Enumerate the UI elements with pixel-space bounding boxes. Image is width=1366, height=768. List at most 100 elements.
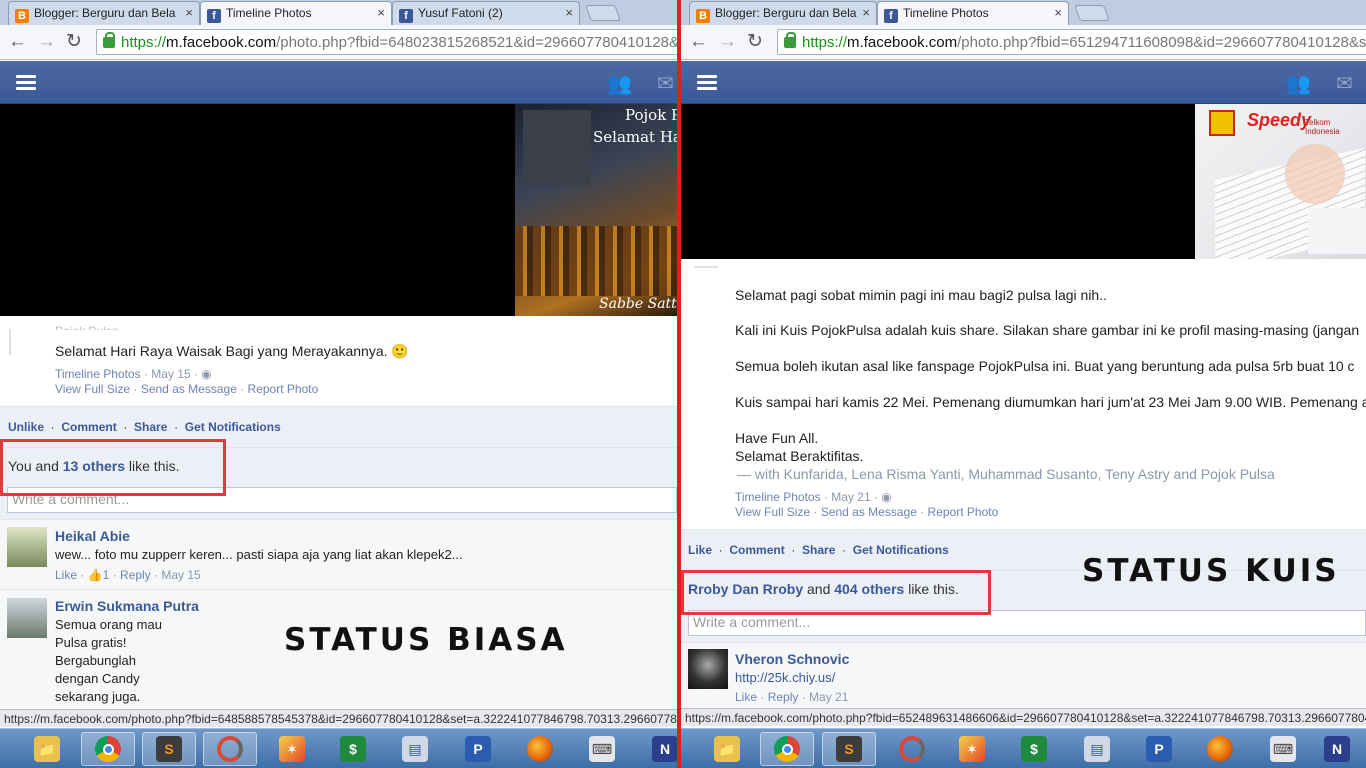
device-manager-icon[interactable]: ⌨ bbox=[1256, 732, 1310, 766]
comment-button[interactable]: Comment bbox=[729, 543, 784, 557]
send-as-message-link[interactable]: Send as Message bbox=[821, 505, 917, 519]
url-path: /photo.php?fbid=651294711608098&id=29660… bbox=[957, 34, 1366, 51]
send-as-message-link[interactable]: Send as Message bbox=[141, 382, 237, 396]
post-paragraph: Selamat pagi sobat mimin pagi ini mau ba… bbox=[735, 287, 1107, 303]
network-monitor-icon[interactable]: ▤ bbox=[388, 732, 442, 766]
forward-arrow-icon[interactable]: → bbox=[718, 31, 737, 53]
close-icon[interactable]: × bbox=[862, 5, 870, 20]
waisak-photo[interactable]: Pojok P Selamat Ha Sabbe Satt bbox=[515, 104, 677, 316]
network-monitor-icon[interactable]: ▤ bbox=[1070, 732, 1124, 766]
post-author[interactable]: Pojok Pulsa bbox=[55, 324, 118, 330]
commenter-name[interactable]: Vheron Schnovic bbox=[735, 651, 849, 667]
close-icon[interactable]: × bbox=[377, 5, 385, 20]
avatar[interactable] bbox=[7, 527, 47, 567]
red-divider-line bbox=[677, 0, 681, 768]
commenter-name[interactable]: Erwin Sukmana Putra bbox=[55, 598, 199, 614]
get-notifications-button[interactable]: Get Notifications bbox=[853, 543, 949, 557]
close-icon[interactable]: × bbox=[185, 5, 193, 20]
comment-link[interactable]: http://25k.chiy.us/ bbox=[735, 670, 835, 685]
forward-arrow-icon[interactable]: → bbox=[37, 31, 56, 53]
publisher-app-icon[interactable]: P bbox=[451, 732, 505, 766]
windows-taskbar: 📁 S ✶ $ ▤ P ⌨ N 📁 S ✶ $ ▤ P ⌨ N bbox=[0, 728, 1366, 768]
avatar[interactable] bbox=[7, 598, 47, 638]
address-bar[interactable]: https://m.facebook.com/photo.php?fbid=65… bbox=[777, 29, 1366, 55]
comment-reply-link[interactable]: Reply bbox=[768, 690, 799, 704]
tagged-people[interactable]: — with Kunfarida, Lena Risma Yanti, Muha… bbox=[737, 466, 1275, 482]
share-button[interactable]: Share bbox=[802, 543, 835, 557]
sublime-text-icon[interactable]: S bbox=[142, 732, 196, 766]
friends-icon[interactable]: 👥 bbox=[607, 71, 633, 95]
view-full-size-link[interactable]: View Full Size bbox=[735, 505, 810, 519]
close-icon[interactable]: × bbox=[565, 5, 573, 20]
comment-like-link[interactable]: Like bbox=[55, 568, 77, 582]
spreadsheet-app-icon[interactable]: $ bbox=[326, 732, 380, 766]
commenter-name[interactable]: Heikal Abie bbox=[55, 528, 130, 544]
view-full-size-link[interactable]: View Full Size bbox=[55, 382, 130, 396]
address-bar[interactable]: https://m.facebook.com/photo.php?fbid=64… bbox=[96, 29, 677, 55]
reload-icon[interactable]: ↻ bbox=[66, 31, 82, 53]
share-button[interactable]: Share bbox=[134, 420, 167, 434]
close-icon[interactable]: × bbox=[1054, 5, 1062, 20]
photo-viewer[interactable]: Pojok P Selamat Ha Sabbe Satt bbox=[0, 104, 677, 316]
firefox-icon[interactable] bbox=[513, 732, 567, 766]
get-notifications-button[interactable]: Get Notifications bbox=[185, 420, 281, 434]
back-arrow-icon[interactable]: ← bbox=[8, 31, 27, 53]
new-tab-button[interactable] bbox=[585, 5, 621, 21]
status-biasa-caption: STATUS BIASA bbox=[284, 622, 568, 658]
chrome-icon[interactable] bbox=[81, 732, 135, 766]
telkom-logo-icon bbox=[1209, 110, 1235, 136]
friends-icon[interactable]: 👥 bbox=[1286, 71, 1312, 95]
photo-title-text: Pojok P bbox=[625, 106, 677, 124]
menu-icon[interactable] bbox=[16, 75, 36, 91]
paint-app-icon[interactable]: ✶ bbox=[945, 732, 999, 766]
comment-like-link[interactable]: Like bbox=[735, 690, 757, 704]
album-link[interactable]: Timeline Photos bbox=[55, 367, 141, 381]
reload-icon[interactable]: ↻ bbox=[747, 31, 763, 53]
spreadsheet-app-icon[interactable]: $ bbox=[1007, 732, 1061, 766]
app-swirl-icon[interactable] bbox=[885, 732, 939, 766]
report-photo-link[interactable]: Report Photo bbox=[928, 505, 999, 519]
comment-button[interactable]: Comment bbox=[61, 420, 116, 434]
report-photo-link[interactable]: Report Photo bbox=[248, 382, 319, 396]
like-button[interactable]: Like bbox=[688, 543, 712, 557]
album-link[interactable]: Timeline Photos bbox=[735, 490, 821, 504]
post-date: · May 21 · bbox=[823, 490, 878, 504]
onenote-icon[interactable]: N bbox=[1310, 732, 1364, 766]
sublime-text-icon[interactable]: S bbox=[822, 732, 876, 766]
chrome-icon[interactable] bbox=[760, 732, 814, 766]
unlike-button[interactable]: Unlike bbox=[8, 420, 44, 434]
photo-viewer[interactable]: Speedy Telkom Indonesia bbox=[681, 104, 1366, 259]
windows-explorer-icon[interactable]: 📁 bbox=[700, 732, 754, 766]
likes-highlight-box bbox=[0, 439, 226, 496]
comment-like-count: 1 bbox=[102, 568, 110, 582]
tab-blogger[interactable]: B Blogger: Berguru dan Bela × bbox=[8, 1, 200, 25]
firefox-icon[interactable] bbox=[1193, 732, 1247, 766]
comment-text-line: Bergabunglah bbox=[55, 653, 136, 668]
messages-icon[interactable]: ✉ bbox=[657, 71, 677, 95]
tab-timeline-photos[interactable]: f Timeline Photos × bbox=[877, 1, 1069, 25]
onenote-icon-left[interactable]: N bbox=[638, 732, 692, 766]
messages-icon[interactable]: ✉ bbox=[1336, 71, 1356, 95]
avatar[interactable] bbox=[688, 649, 728, 689]
back-arrow-icon[interactable]: ← bbox=[689, 31, 708, 53]
paint-app-icon[interactable]: ✶ bbox=[265, 732, 319, 766]
menu-icon[interactable] bbox=[697, 75, 717, 91]
tab-yusuf-fatoni[interactable]: f Yusuf Fatoni (2) × bbox=[392, 1, 580, 25]
app-swirl-icon[interactable] bbox=[203, 732, 257, 766]
tab-blogger[interactable]: B Blogger: Berguru dan Bela × bbox=[689, 1, 877, 25]
comment-text-line: sekarang juga. bbox=[55, 689, 141, 704]
photo-subtitle-text: Selamat Ha bbox=[593, 128, 677, 146]
thumbs-up-icon: 👍 bbox=[87, 568, 103, 582]
comment-date: May 21 bbox=[809, 690, 849, 704]
telkom-text: Telkom Indonesia bbox=[1305, 118, 1340, 136]
post-paragraph: Semua boleh ikutan asal like fanspage Po… bbox=[735, 358, 1355, 374]
device-manager-icon[interactable]: ⌨ bbox=[575, 732, 629, 766]
tab-timeline-photos[interactable]: f Timeline Photos × bbox=[200, 1, 392, 25]
new-tab-button[interactable] bbox=[1074, 5, 1110, 21]
speedy-quiz-photo[interactable]: Speedy Telkom Indonesia bbox=[1195, 104, 1366, 259]
comment-reply-link[interactable]: Reply bbox=[120, 568, 151, 582]
post-meta: Timeline Photos · May 21 · ◉ bbox=[735, 490, 892, 504]
publisher-app-icon[interactable]: P bbox=[1132, 732, 1186, 766]
windows-explorer-icon[interactable]: 📁 bbox=[20, 732, 74, 766]
tab-title: Timeline Photos bbox=[903, 6, 989, 20]
